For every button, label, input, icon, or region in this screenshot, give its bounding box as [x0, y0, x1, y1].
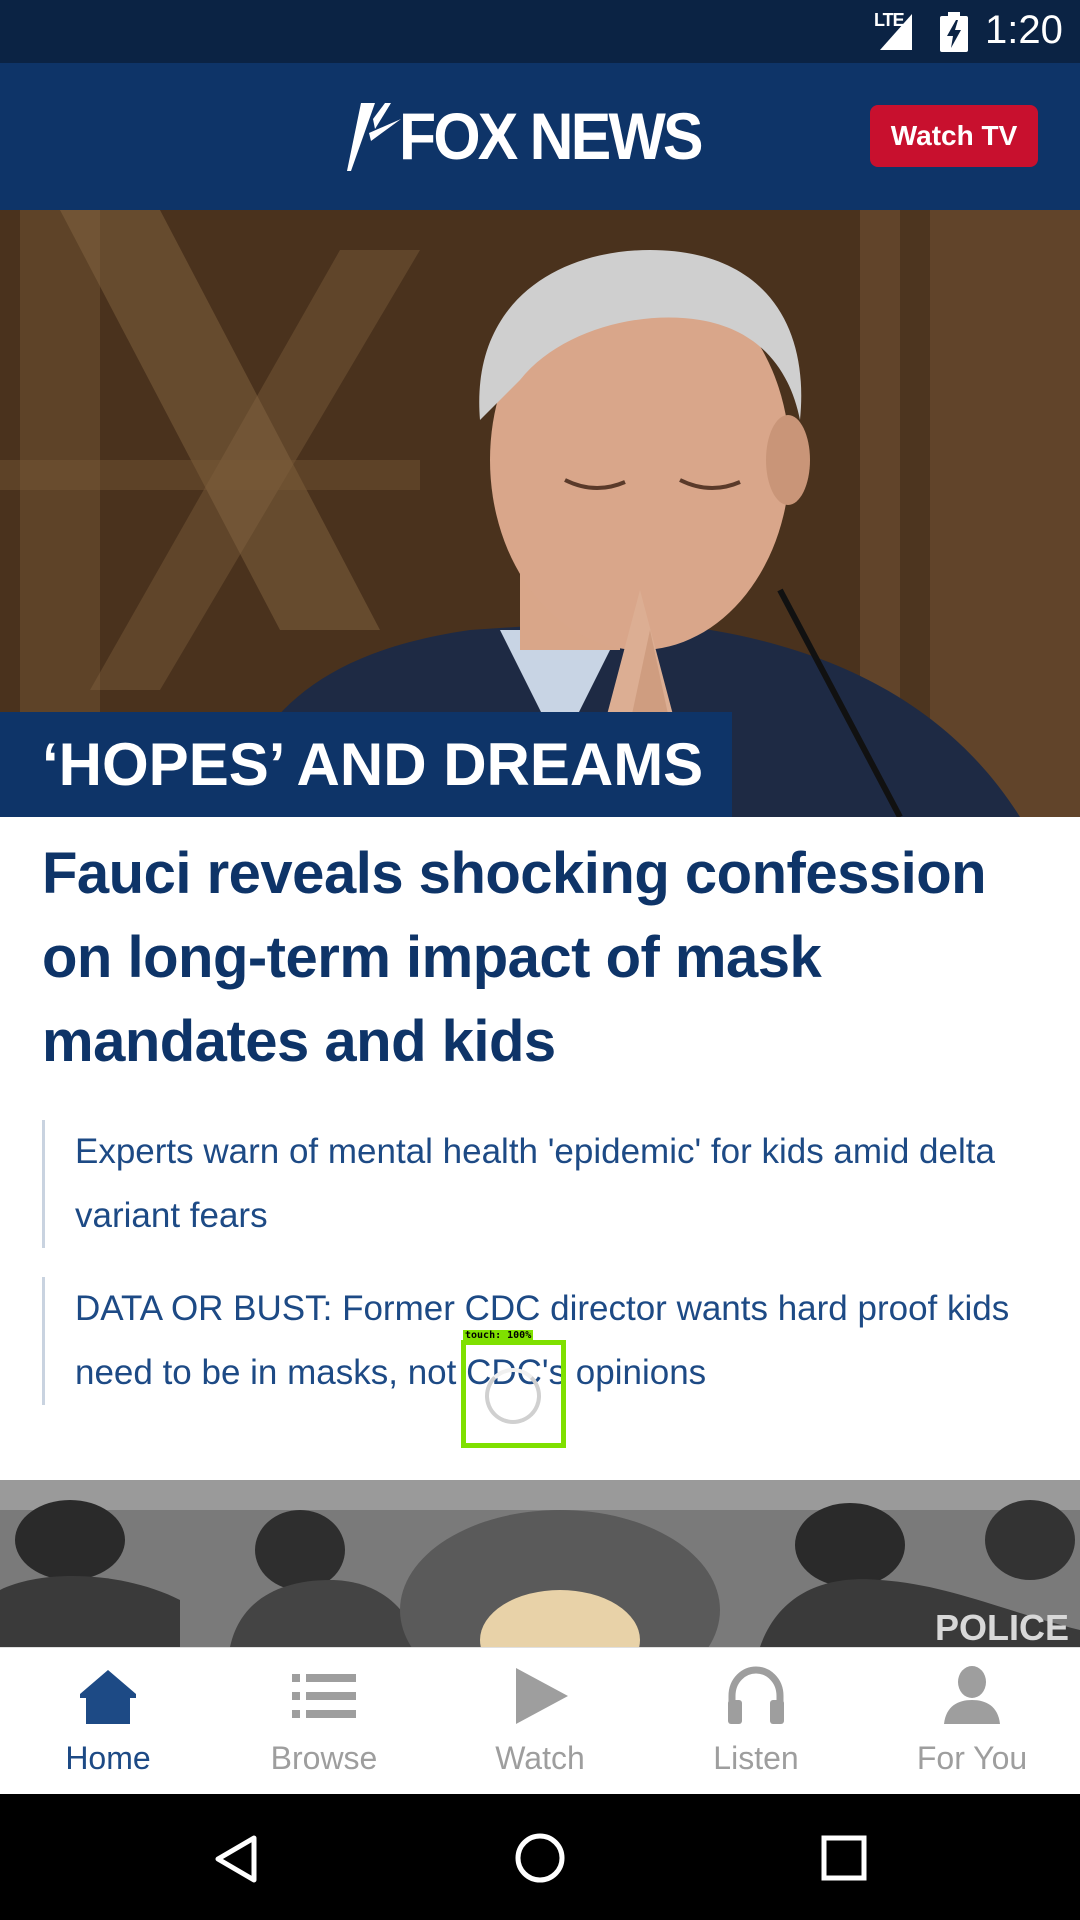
status-bar: LTE 1:20: [0, 0, 1080, 63]
hero-kicker: ‘HOPES’ AND DREAMS: [0, 712, 732, 817]
second-story-image[interactable]: POLICE: [0, 1480, 1080, 1647]
nav-label-for-you: For You: [916, 1740, 1028, 1776]
nav-item-home[interactable]: Home: [0, 1648, 216, 1795]
person-icon: [944, 1666, 1000, 1724]
hero-headline[interactable]: Fauci reveals shocking confession on lon…: [42, 832, 1042, 1084]
hero-story-image[interactable]: ‘HOPES’ AND DREAMS: [0, 210, 1080, 817]
clock: 1:20: [985, 8, 1063, 52]
fox-news-logo[interactable]: FOX NEWS: [345, 99, 735, 175]
nav-label-browse: Browse: [270, 1740, 378, 1776]
nav-label-listen: Listen: [713, 1740, 799, 1776]
home-icon: [80, 1670, 136, 1724]
signal-icon: [880, 14, 912, 50]
home-button-icon[interactable]: [514, 1832, 566, 1884]
system-navigation-bar: [0, 1794, 1080, 1920]
nav-item-listen[interactable]: Listen: [648, 1648, 864, 1795]
related-link[interactable]: Experts warn of mental health 'epidemic'…: [42, 1120, 1032, 1248]
play-icon: [516, 1668, 568, 1724]
recents-icon[interactable]: [820, 1834, 868, 1882]
list-icon: [292, 1674, 356, 1718]
nav-label-watch: Watch: [495, 1740, 585, 1776]
story2-photo: POLICE: [0, 1480, 1080, 1647]
logo-text: FOX NEWS: [399, 99, 704, 173]
nav-item-watch[interactable]: Watch: [432, 1648, 648, 1795]
story2-police-text: POLICE: [935, 1607, 1069, 1647]
nav-label-home: Home: [65, 1740, 151, 1776]
nav-item-for-you[interactable]: For You: [864, 1648, 1080, 1795]
battery-charging-icon: [940, 12, 968, 52]
back-icon[interactable]: [212, 1834, 260, 1884]
nav-item-browse[interactable]: Browse: [216, 1648, 432, 1795]
logo-mark-icon: [347, 103, 401, 171]
bottom-navigation: Home Browse Watch Listen For You: [0, 1647, 1080, 1794]
app-header: FOX NEWS Watch TV: [0, 63, 1080, 210]
watch-tv-button[interactable]: Watch TV: [870, 105, 1038, 167]
headphones-icon: [728, 1666, 784, 1724]
loading-spinner-icon: [485, 1368, 541, 1424]
